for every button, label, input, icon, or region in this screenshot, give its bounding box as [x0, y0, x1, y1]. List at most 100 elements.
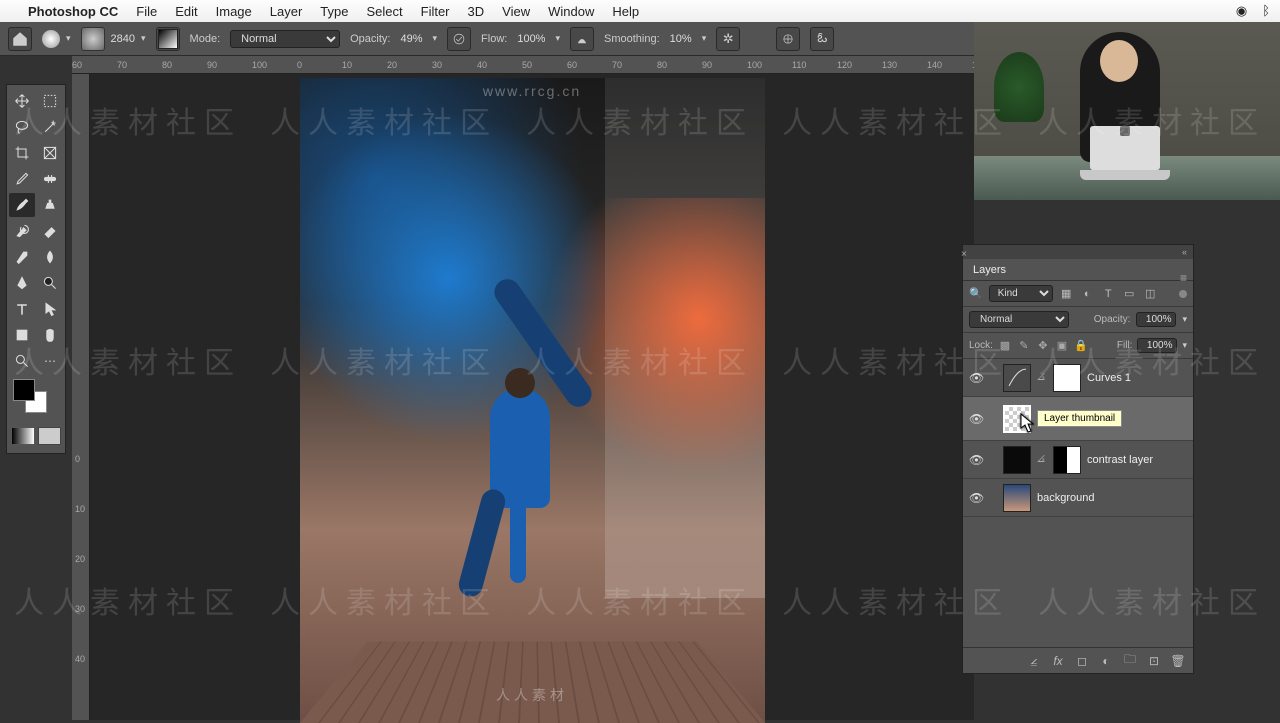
add-mask-icon[interactable]: ◻ — [1075, 654, 1089, 668]
link-layers-icon[interactable]: ⦤ — [1027, 654, 1041, 668]
gradient-tool[interactable] — [9, 245, 35, 269]
brush-tool-preset[interactable]: ▾ — [42, 30, 71, 48]
opacity-value[interactable]: 49% — [400, 33, 422, 45]
type-tool[interactable] — [9, 297, 35, 321]
menu-select[interactable]: Select — [366, 4, 402, 19]
menu-3d[interactable]: 3D — [468, 4, 485, 19]
lock-position-icon[interactable]: ✥ — [1036, 339, 1050, 353]
blur-tool[interactable] — [37, 245, 63, 269]
menu-image[interactable]: Image — [216, 4, 252, 19]
record-icon[interactable]: ◉ — [1236, 3, 1247, 19]
menu-help[interactable]: Help — [612, 4, 639, 19]
zoom-tool[interactable] — [9, 349, 35, 373]
lock-transparency-icon[interactable]: ▩ — [998, 339, 1012, 353]
eraser-tool[interactable] — [37, 219, 63, 243]
lock-pixels-icon[interactable]: ✎ — [1017, 339, 1031, 353]
brush-preset-picker[interactable]: 2840 ▾ — [81, 27, 146, 51]
layer-mask-thumbnail[interactable] — [1053, 446, 1081, 474]
layer-mask-thumbnail[interactable] — [1053, 364, 1081, 392]
menu-view[interactable]: View — [502, 4, 530, 19]
screen-mode-toggle[interactable] — [38, 427, 62, 445]
layer-name[interactable]: background — [1037, 492, 1095, 504]
home-button[interactable] — [8, 27, 32, 51]
marquee-tool[interactable] — [37, 89, 63, 113]
filter-type-icon[interactable]: T — [1101, 286, 1116, 301]
filter-adjustment-icon[interactable]: ◐ — [1080, 286, 1095, 301]
clone-stamp-tool[interactable] — [37, 193, 63, 217]
filter-shape-icon[interactable]: ▭ — [1122, 286, 1137, 301]
layer-row-selected[interactable]: 👁 Layer thumbnail — [963, 397, 1193, 441]
foreground-color-swatch[interactable] — [13, 379, 35, 401]
pressure-opacity-button[interactable] — [447, 27, 471, 51]
layer-filter-kind[interactable]: Kind — [989, 285, 1053, 302]
search-icon[interactable]: 🔍 — [969, 287, 983, 300]
healing-brush-tool[interactable] — [37, 167, 63, 191]
path-selection-tool[interactable] — [37, 297, 63, 321]
layer-row-background[interactable]: 👁 background — [963, 479, 1193, 517]
blend-mode-select[interactable]: Normal — [230, 30, 340, 48]
filter-toggle-switch[interactable] — [1179, 290, 1187, 298]
delete-layer-icon[interactable]: 🗑 — [1171, 654, 1185, 668]
new-layer-icon[interactable]: ⊡ — [1147, 654, 1161, 668]
lock-artboard-icon[interactable]: ▣ — [1055, 339, 1069, 353]
visibility-toggle-icon[interactable]: 👁 — [969, 371, 983, 385]
eyedropper-tool[interactable] — [9, 167, 35, 191]
frame-tool[interactable] — [37, 141, 63, 165]
dodge-tool[interactable] — [37, 271, 63, 295]
document-canvas[interactable]: www.rrcg.cn 人人素材 — [300, 78, 765, 723]
brush-tool[interactable] — [9, 193, 35, 217]
color-swatches[interactable] — [9, 379, 63, 421]
bluetooth-icon[interactable]: ᛒ — [1262, 3, 1270, 19]
menu-filter[interactable]: Filter — [421, 4, 450, 19]
edit-toolbar-tool[interactable]: ⋯ — [37, 349, 63, 373]
pressure-size-button[interactable] — [776, 27, 800, 51]
smoothing-options-button[interactable]: ✲ — [716, 27, 740, 51]
visibility-toggle-icon[interactable]: 👁 — [969, 412, 983, 426]
menu-type[interactable]: Type — [320, 4, 348, 19]
crop-tool[interactable] — [9, 141, 35, 165]
app-name[interactable]: Photoshop CC — [28, 4, 118, 19]
hand-tool[interactable] — [37, 323, 63, 347]
pen-tool[interactable] — [9, 271, 35, 295]
menu-edit[interactable]: Edit — [175, 4, 197, 19]
layer-thumbnail[interactable] — [1003, 484, 1031, 512]
menu-layer[interactable]: Layer — [270, 4, 303, 19]
layer-name[interactable]: Curves 1 — [1087, 372, 1131, 384]
menu-window[interactable]: Window — [548, 4, 594, 19]
panel-collapse-icon[interactable]: « — [1182, 247, 1187, 257]
fill-value[interactable]: 100% — [1137, 338, 1177, 353]
layer-thumbnail-adjustment[interactable] — [1003, 364, 1031, 392]
layer-row-curves[interactable]: 👁 ⦞ Curves 1 — [963, 359, 1193, 397]
mask-link-icon[interactable]: ⦞ — [1037, 372, 1047, 383]
quick-mask-toggle[interactable] — [11, 427, 35, 445]
layer-blend-mode-select[interactable]: Normal — [969, 311, 1069, 328]
symmetry-button[interactable]: ఓ — [810, 27, 834, 51]
lock-all-icon[interactable]: 🔒 — [1074, 339, 1088, 353]
layers-tab[interactable]: Layers ≡ — [963, 259, 1193, 281]
brush-panel-toggle[interactable] — [156, 27, 180, 51]
new-group-icon[interactable]: 🗀 — [1123, 654, 1137, 668]
panel-menu-icon[interactable]: ≡ — [1180, 271, 1187, 285]
lasso-tool[interactable] — [9, 115, 35, 139]
layer-row-contrast[interactable]: 👁 ⦞ contrast layer — [963, 441, 1193, 479]
airbrush-button[interactable] — [570, 27, 594, 51]
layer-fx-icon[interactable]: fx — [1051, 654, 1065, 668]
new-adjustment-icon[interactable]: ◐ — [1099, 654, 1113, 668]
panel-close-icon[interactable]: × — [961, 249, 973, 260]
smoothing-value[interactable]: 10% — [670, 33, 692, 45]
magic-wand-tool[interactable] — [37, 115, 63, 139]
shape-tool[interactable] — [9, 323, 35, 347]
layer-thumbnail[interactable] — [1003, 446, 1031, 474]
layer-name[interactable]: contrast layer — [1087, 454, 1153, 466]
canvas-area[interactable]: www.rrcg.cn 人人素材 — [90, 74, 974, 720]
layer-opacity-value[interactable]: 100% — [1136, 312, 1176, 327]
visibility-toggle-icon[interactable]: 👁 — [969, 491, 983, 505]
menu-file[interactable]: File — [136, 4, 157, 19]
flow-value[interactable]: 100% — [517, 33, 545, 45]
filter-pixel-icon[interactable]: ▦ — [1059, 286, 1074, 301]
filter-smart-icon[interactable]: ◫ — [1143, 286, 1158, 301]
mask-link-icon[interactable]: ⦞ — [1037, 454, 1047, 465]
history-brush-tool[interactable] — [9, 219, 35, 243]
visibility-toggle-icon[interactable]: 👁 — [969, 453, 983, 467]
move-tool[interactable] — [9, 89, 35, 113]
